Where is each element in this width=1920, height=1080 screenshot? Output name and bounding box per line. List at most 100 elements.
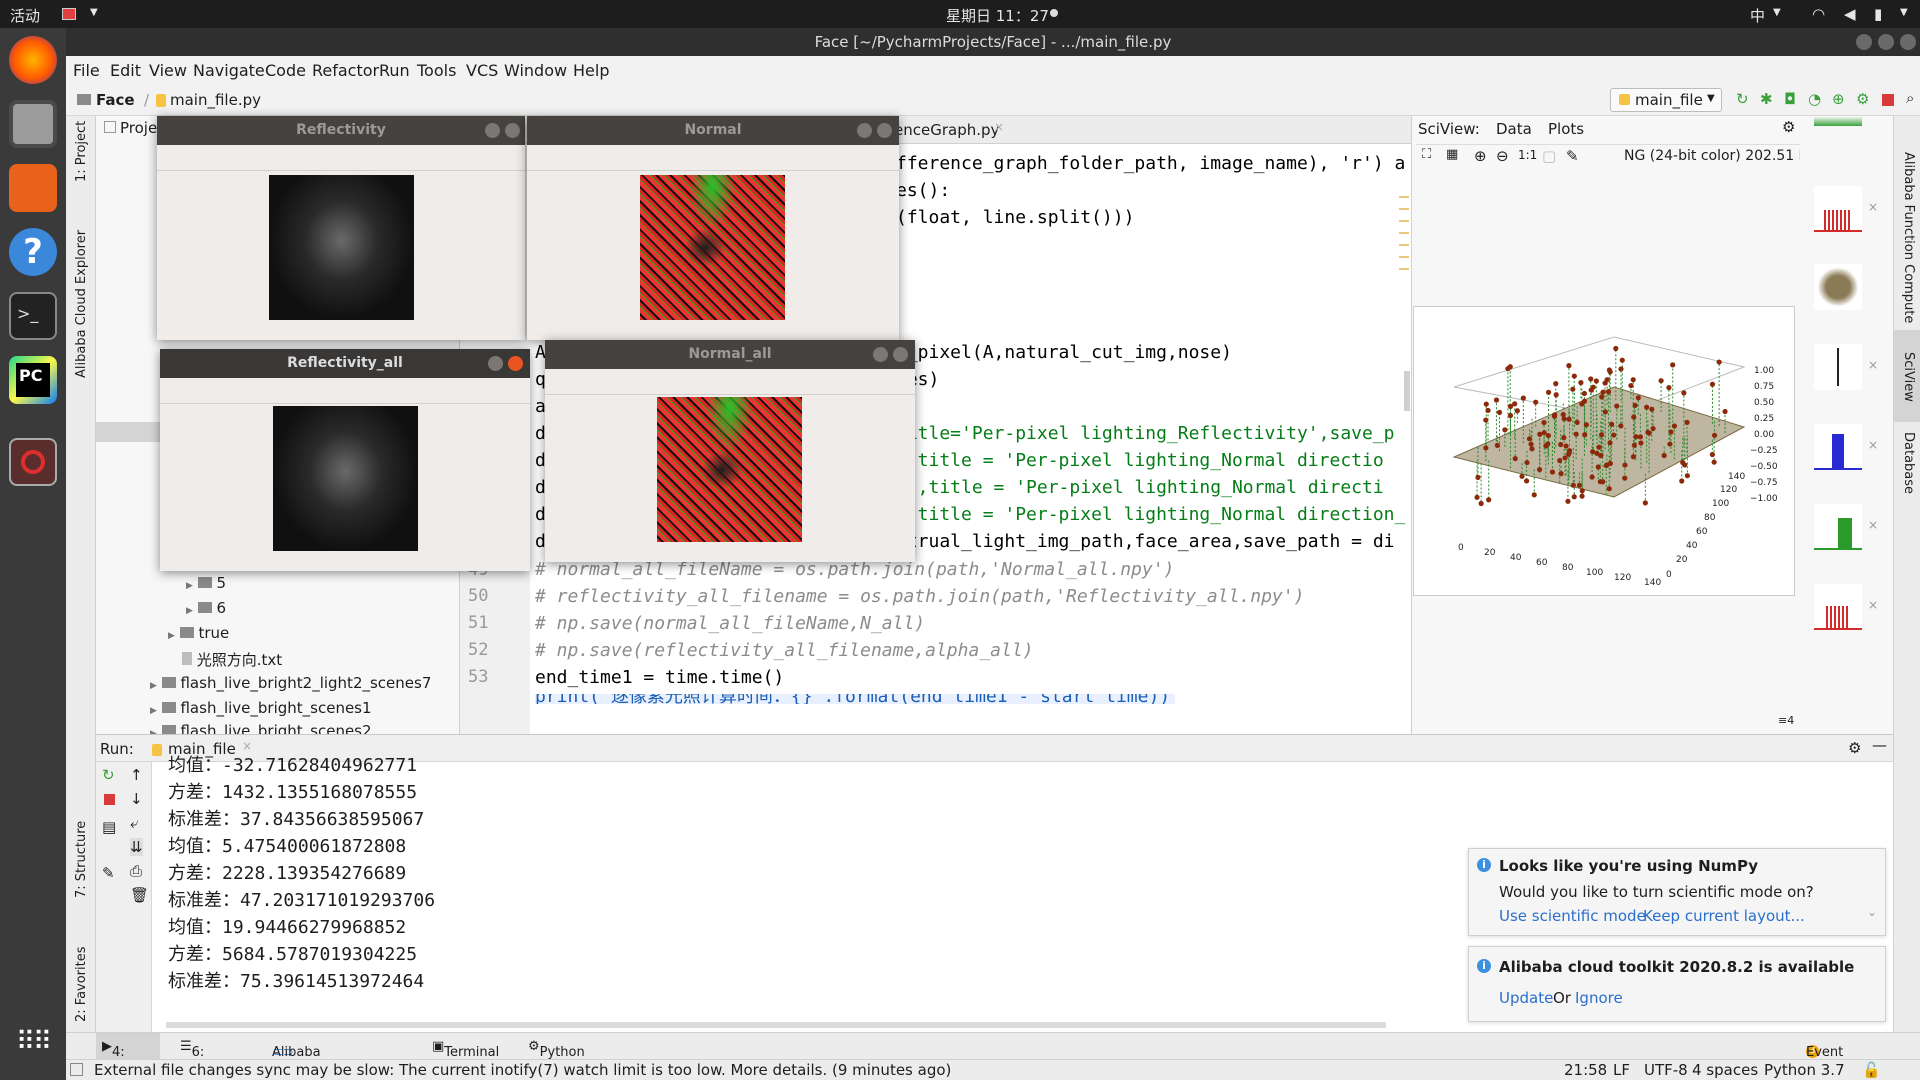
fit-icon[interactable]: ⛶ bbox=[1422, 147, 1431, 162]
gear-icon[interactable]: ⚙ bbox=[1782, 118, 1795, 136]
close-icon[interactable]: × bbox=[1868, 598, 1878, 612]
close-button[interactable] bbox=[877, 123, 892, 138]
menu-window[interactable]: Window bbox=[504, 61, 567, 80]
tree-item[interactable]: ▶ 6 bbox=[186, 599, 226, 617]
menu-tools[interactable]: Tools bbox=[417, 61, 456, 80]
window-title[interactable]: Normal_all bbox=[545, 340, 915, 369]
plot-thumbnail[interactable] bbox=[1814, 344, 1862, 390]
build-icon[interactable]: ⚙ bbox=[1856, 90, 1869, 108]
chevron-down-icon[interactable]: ▼ bbox=[1773, 7, 1781, 18]
menu-navigate[interactable]: Navigate bbox=[193, 61, 265, 80]
tab-plots[interactable]: Plots bbox=[1548, 120, 1584, 138]
close-button[interactable] bbox=[505, 123, 520, 138]
show-applications-icon[interactable]: ⠿⠿ bbox=[9, 1018, 57, 1066]
breadcrumb-file[interactable]: main_file.py bbox=[170, 91, 261, 109]
concurrency-icon[interactable]: ⊕ bbox=[1832, 90, 1845, 108]
ignore-link[interactable]: Ignore bbox=[1575, 989, 1623, 1007]
volume-icon[interactable]: ◀ bbox=[1844, 5, 1856, 23]
battery-icon[interactable]: ▮ bbox=[1874, 5, 1882, 23]
tree-item[interactable]: ▶ flash_live_bright2_light2_scenes7 bbox=[150, 674, 431, 692]
reflectivity-window[interactable]: Reflectivity bbox=[157, 116, 525, 340]
stop-icon[interactable] bbox=[1882, 94, 1894, 106]
close-icon[interactable]: × bbox=[1868, 518, 1878, 532]
plot-thumbnail[interactable] bbox=[1814, 424, 1862, 470]
up-arrow-icon[interactable]: ↑ bbox=[130, 766, 143, 784]
close-icon[interactable]: × bbox=[1868, 438, 1878, 452]
normal-window[interactable]: Normal bbox=[527, 116, 899, 340]
lock-icon[interactable]: 🔓 bbox=[1862, 1061, 1881, 1079]
chevron-down-icon[interactable]: ⌄ bbox=[1867, 905, 1877, 919]
tree-item[interactable]: ▶ 5 bbox=[186, 574, 226, 592]
input-method[interactable]: 中 bbox=[1750, 5, 1765, 26]
tool-terminal[interactable]: ▣ Terminal bbox=[432, 1039, 499, 1060]
editor-tab[interactable]: enceGraph.py bbox=[894, 121, 999, 139]
trash-icon[interactable]: 🗑 bbox=[130, 886, 149, 904]
window-title[interactable]: Normal bbox=[527, 116, 899, 145]
wifi-icon[interactable]: ◠ bbox=[1812, 5, 1825, 23]
app-indicator-icon[interactable] bbox=[62, 8, 76, 20]
tree-item[interactable]: ▶ flash_live_bright_scenes2 bbox=[150, 722, 372, 734]
tool-alibaba-cloud-explorer[interactable]: Alibaba Cloud Explorer bbox=[74, 230, 89, 378]
normal-all-window[interactable]: Normal_all bbox=[545, 340, 915, 562]
zoom-out-icon[interactable]: ⊖ bbox=[1496, 147, 1509, 165]
menu-run[interactable]: Run bbox=[379, 61, 410, 80]
menu-code[interactable]: Code bbox=[265, 61, 306, 80]
status-icon[interactable] bbox=[70, 1063, 83, 1076]
tool-project[interactable]: 1: Project bbox=[74, 121, 89, 182]
help-icon[interactable]: ? bbox=[9, 228, 57, 276]
close-button[interactable] bbox=[893, 347, 908, 362]
run-config-select[interactable]: main_file ▼ bbox=[1610, 88, 1722, 112]
menu-refactor[interactable]: Refactor bbox=[312, 61, 379, 80]
image-viewer-icon[interactable] bbox=[9, 438, 57, 486]
cursor-position[interactable]: 21:58 bbox=[1564, 1061, 1607, 1079]
menu-help[interactable]: Help bbox=[573, 61, 609, 80]
files-icon[interactable] bbox=[9, 100, 57, 148]
eyedropper-icon[interactable]: ✎ bbox=[1566, 147, 1579, 165]
grid-icon[interactable]: ▦ bbox=[1446, 147, 1458, 162]
keep-layout-link[interactable]: Keep current layout... bbox=[1643, 907, 1805, 925]
menu-view[interactable]: View bbox=[149, 61, 187, 80]
maximize-button[interactable] bbox=[1878, 34, 1894, 50]
software-center-icon[interactable] bbox=[9, 164, 57, 212]
python-interpreter[interactable]: Python 3.7 bbox=[1764, 1061, 1845, 1079]
plot-thumbnail[interactable] bbox=[1814, 504, 1862, 550]
horizontal-scrollbar[interactable] bbox=[166, 1022, 1386, 1028]
tool-run[interactable]: ▶ 4: Run bbox=[102, 1039, 137, 1075]
window-title[interactable]: Reflectivity bbox=[157, 116, 525, 145]
chevron-down-icon[interactable]: ▼ bbox=[90, 7, 98, 18]
close-button[interactable] bbox=[508, 356, 523, 371]
tool-python-console[interactable]: ⚙ Python Console bbox=[528, 1039, 591, 1075]
background-icon[interactable]: ▢ bbox=[1542, 147, 1556, 165]
actual-size-button[interactable]: 1:1 bbox=[1518, 148, 1537, 162]
plot-thumbnail[interactable] bbox=[1814, 186, 1862, 232]
line-separator[interactable]: LF bbox=[1613, 1061, 1630, 1079]
close-tab-icon[interactable]: × bbox=[994, 120, 1004, 134]
menu-file[interactable]: File bbox=[73, 61, 100, 80]
plot-thumbnail[interactable] bbox=[1814, 584, 1862, 630]
zoom-in-icon[interactable]: ⊕ bbox=[1474, 147, 1487, 165]
plot-thumbnail[interactable] bbox=[1814, 116, 1862, 126]
minimize-button[interactable] bbox=[485, 123, 500, 138]
minimize-button[interactable] bbox=[873, 347, 888, 362]
chevron-down-icon[interactable]: ▼ bbox=[1900, 7, 1908, 18]
soft-wrap-icon[interactable]: ⤶ bbox=[130, 814, 138, 832]
clock[interactable]: 星期日 11：27 bbox=[946, 5, 1049, 26]
editor-scrollbar[interactable] bbox=[1404, 371, 1410, 411]
gear-icon[interactable]: ⚙ bbox=[1848, 739, 1861, 757]
tool-function-compute[interactable]: Alibaba Function Compute bbox=[1901, 152, 1916, 323]
tree-item[interactable]: ▶ flash_live_bright_scenes1 bbox=[150, 699, 372, 717]
tool-sciview[interactable]: SciView bbox=[1901, 352, 1916, 402]
close-button[interactable] bbox=[1900, 34, 1916, 50]
breadcrumb-project[interactable]: Face bbox=[96, 91, 135, 109]
restore-layout-icon[interactable]: ▤ bbox=[102, 818, 116, 836]
tool-database[interactable]: Database bbox=[1901, 432, 1916, 494]
minimize-button[interactable] bbox=[857, 123, 872, 138]
plot-thumbnail[interactable] bbox=[1814, 264, 1862, 310]
debug-icon[interactable]: ✱ bbox=[1760, 90, 1773, 108]
file-encoding[interactable]: UTF-8 bbox=[1644, 1061, 1688, 1079]
activities-button[interactable]: 活动 bbox=[10, 5, 40, 26]
hide-icon[interactable]: — bbox=[1872, 736, 1887, 754]
menu-edit[interactable]: Edit bbox=[110, 61, 141, 80]
tool-favorites[interactable]: 2: Favorites bbox=[74, 946, 89, 1022]
use-scientific-mode-link[interactable]: Use scientific mode bbox=[1499, 907, 1646, 925]
